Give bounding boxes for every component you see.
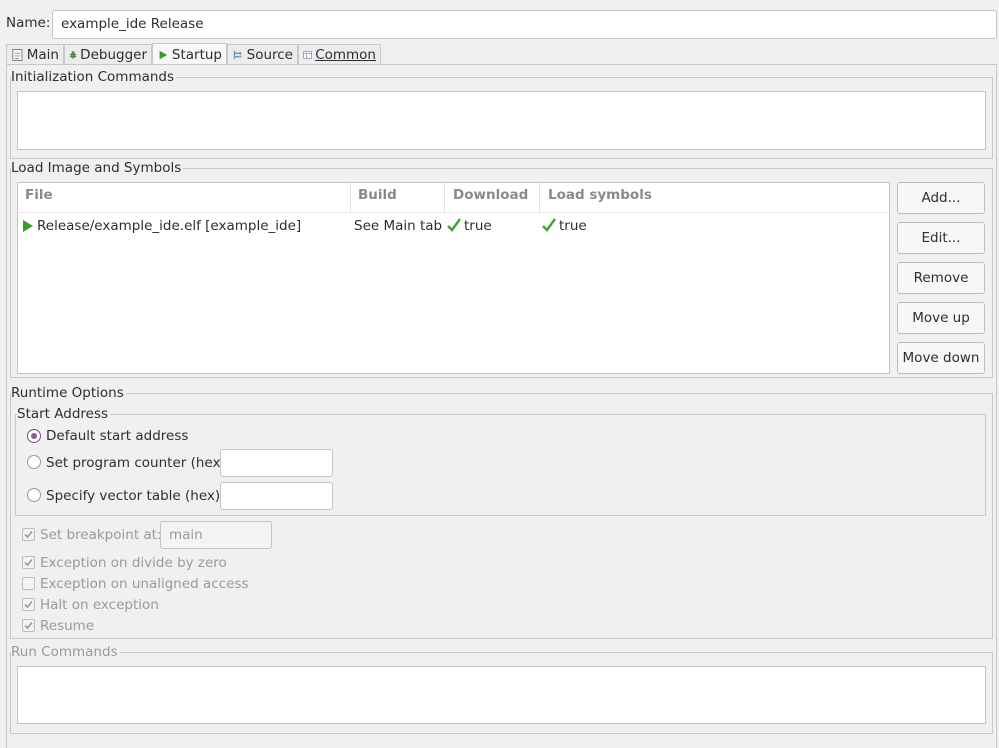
tab-startup[interactable]: Startup bbox=[152, 43, 227, 65]
program-counter-input[interactable] bbox=[220, 449, 333, 477]
checkmark-icon bbox=[24, 621, 33, 630]
column-header-build[interactable]: Build bbox=[358, 187, 397, 203]
tab-source[interactable]: Source bbox=[227, 44, 298, 65]
tab-debugger[interactable]: Debugger bbox=[64, 44, 152, 65]
remove-button[interactable]: Remove bbox=[897, 262, 985, 294]
add-button[interactable]: Add... bbox=[897, 182, 985, 214]
edit-button[interactable]: Edit... bbox=[897, 222, 985, 254]
checkmark-icon bbox=[24, 530, 33, 539]
load-image-table[interactable] bbox=[17, 182, 890, 374]
name-field-value: example_ide Release bbox=[61, 16, 204, 32]
halt-on-exception-label: Halt on exception bbox=[40, 597, 159, 613]
tab-main-label: Main bbox=[26, 47, 59, 63]
runtime-options-title: Runtime Options bbox=[11, 385, 126, 401]
vector-table-label: Specify vector table (hex): bbox=[46, 488, 225, 504]
tab-debugger-label: Debugger bbox=[80, 47, 147, 63]
name-field[interactable]: example_ide Release bbox=[52, 10, 997, 39]
row-load-symbols: true bbox=[559, 218, 587, 234]
column-header-load-symbols[interactable]: Load symbols bbox=[548, 187, 652, 203]
checkmark-icon bbox=[447, 218, 461, 232]
row-build: See Main tab bbox=[354, 218, 443, 234]
bug-icon bbox=[69, 51, 77, 59]
tab-common[interactable]: Common bbox=[298, 44, 381, 65]
vector-table-input[interactable] bbox=[220, 482, 333, 510]
set-breakpoint-label: Set breakpoint at: bbox=[40, 527, 162, 543]
run-commands-textarea[interactable] bbox=[17, 666, 986, 724]
tab-main[interactable]: Main bbox=[6, 44, 64, 65]
load-image-title: Load Image and Symbols bbox=[11, 160, 184, 176]
default-start-address-radio[interactable] bbox=[27, 429, 41, 443]
vector-table-radio[interactable] bbox=[27, 488, 41, 502]
exception-divide-checkbox[interactable] bbox=[22, 556, 35, 569]
tab-startup-label: Startup bbox=[171, 46, 222, 63]
name-label: Name: bbox=[6, 15, 51, 31]
column-separator bbox=[350, 183, 351, 212]
row-download: true bbox=[464, 218, 492, 234]
table-icon bbox=[303, 51, 312, 59]
move-down-button[interactable]: Move down bbox=[897, 342, 985, 374]
tab-common-label: Common bbox=[315, 47, 376, 63]
column-separator bbox=[444, 183, 445, 212]
column-separator bbox=[539, 183, 540, 212]
breakpoint-input[interactable]: main bbox=[160, 521, 272, 549]
program-counter-radio[interactable] bbox=[27, 455, 41, 469]
breakpoint-input-value: main bbox=[169, 527, 203, 543]
table-header-divider bbox=[18, 212, 889, 213]
resume-label: Resume bbox=[40, 618, 95, 634]
play-icon bbox=[23, 220, 33, 232]
start-address-title: Start Address bbox=[17, 406, 111, 422]
run-commands-title: Run Commands bbox=[11, 644, 120, 660]
exception-divide-label: Exception on divide by zero bbox=[40, 555, 227, 571]
checkmark-icon bbox=[24, 600, 33, 609]
program-counter-label: Set program counter (hex): bbox=[46, 455, 231, 471]
column-header-download[interactable]: Download bbox=[453, 187, 528, 203]
set-breakpoint-checkbox[interactable] bbox=[22, 528, 35, 541]
checkmark-icon bbox=[24, 558, 33, 567]
halt-on-exception-checkbox[interactable] bbox=[22, 598, 35, 611]
column-header-file[interactable]: File bbox=[25, 187, 53, 203]
move-up-button[interactable]: Move up bbox=[897, 302, 985, 334]
exception-unaligned-label: Exception on unaligned access bbox=[40, 576, 249, 592]
row-file: Release/example_ide.elf [example_ide] bbox=[37, 218, 302, 234]
init-commands-textarea[interactable] bbox=[17, 91, 986, 150]
play-icon bbox=[159, 50, 168, 59]
init-commands-title: Initialization Commands bbox=[11, 69, 177, 85]
resume-checkbox[interactable] bbox=[22, 619, 35, 632]
document-icon bbox=[12, 49, 23, 61]
source-icon bbox=[233, 50, 242, 60]
exception-unaligned-checkbox[interactable] bbox=[22, 577, 35, 590]
checkmark-icon bbox=[542, 218, 556, 232]
default-start-address-label: Default start address bbox=[46, 428, 189, 444]
tab-source-label: Source bbox=[246, 47, 293, 63]
